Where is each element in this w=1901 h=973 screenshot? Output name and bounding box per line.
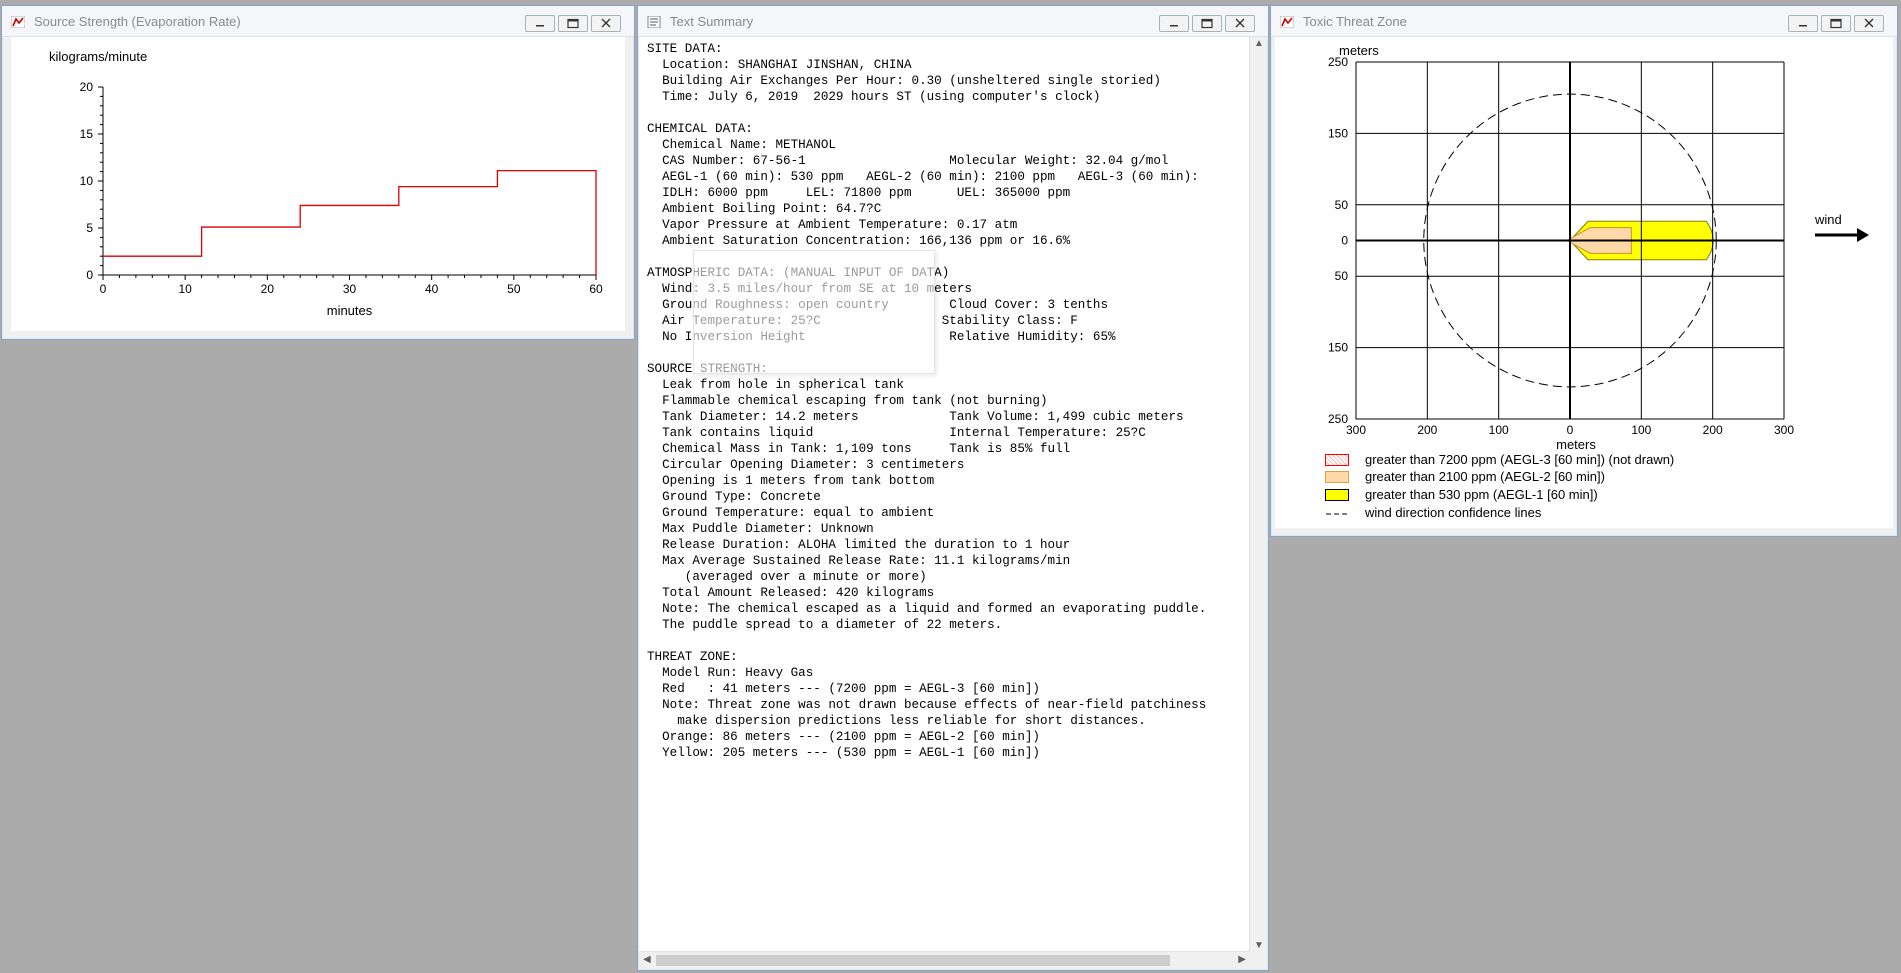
y-tick-label: 250 — [1328, 412, 1348, 426]
x-tick-label: 100 — [1489, 423, 1509, 437]
close-icon — [601, 18, 611, 28]
y-tick-label: 15 — [80, 127, 94, 141]
x-tick-label: 200 — [1703, 423, 1723, 437]
x-tick-label: 40 — [425, 282, 439, 296]
x-tick-label: 60 — [589, 282, 603, 296]
x-tick-label: 100 — [1631, 423, 1651, 437]
legend-swatch-red — [1325, 454, 1349, 466]
x-tick-label: 30 — [343, 282, 357, 296]
summary-text-panel[interactable]: SITE DATA: Location: SHANGHAI JINSHAN, C… — [639, 37, 1250, 952]
toxic-threat-zone-window[interactable]: Toxic Threat Zone meters 300 200 100 0 100 200… — [1270, 5, 1898, 537]
y-tick-label: 0 — [1341, 234, 1348, 248]
wind-arrow-icon — [1857, 228, 1869, 242]
text-summary-area: SITE DATA: Location: SHANGHAI JINSHAN, C… — [639, 37, 1267, 969]
window-title: Toxic Threat Zone — [1303, 14, 1407, 29]
legend-swatch-orange — [1325, 471, 1349, 483]
restore-icon — [1830, 18, 1842, 29]
legend-label: greater than 2100 ppm (AEGL-2 [60 min]) — [1365, 469, 1605, 484]
x-tick-label: 200 — [1417, 423, 1437, 437]
x-tick-label: 300 — [1346, 423, 1366, 437]
maximize-button[interactable] — [1821, 15, 1851, 32]
y-tick-label: 20 — [80, 80, 94, 94]
summary-text: SITE DATA: Location: SHANGHAI JINSHAN, C… — [647, 42, 1207, 760]
evaporation-rate-line — [103, 170, 597, 275]
source-strength-window[interactable]: Source Strength (Evaporation Rate) kilog… — [1, 5, 635, 340]
horizontal-scroll-thumb[interactable] — [656, 955, 1170, 966]
x-axis-label: minutes — [327, 303, 373, 318]
window-title: Text Summary — [670, 14, 754, 29]
legend-label: greater than 530 ppm (AEGL-1 [60 min]) — [1365, 487, 1598, 502]
scroll-right-icon[interactable]: ▶ — [1238, 954, 1246, 965]
y-tick-label: 150 — [1328, 341, 1348, 355]
x-tick-label: 0 — [100, 282, 107, 296]
x-tick-label: 0 — [1567, 423, 1574, 437]
scroll-left-icon[interactable]: ◀ — [643, 954, 651, 965]
y-tick-label: 0 — [86, 268, 93, 282]
source-chart-area: kilograms/minute 0 5 10 15 20 0 10 20 30 40 50 60 min… — [11, 37, 625, 331]
restore-icon — [567, 18, 579, 29]
restore-icon — [1201, 18, 1213, 29]
y-tick-label: 50 — [1335, 198, 1349, 212]
x-tick-label: 300 — [1774, 423, 1794, 437]
close-button[interactable] — [1854, 15, 1884, 32]
minimize-button[interactable] — [525, 15, 555, 32]
y-tick-label: 150 — [1328, 126, 1348, 140]
title-bar[interactable]: Toxic Threat Zone — [1271, 6, 1897, 37]
minimize-icon — [536, 25, 544, 27]
source-strength-chart: kilograms/minute 0 5 10 15 20 0 10 20 30 40 50 60 min… — [49, 49, 603, 318]
document-icon — [647, 16, 661, 28]
close-icon — [1235, 18, 1245, 28]
y-tick-label: 50 — [1335, 269, 1349, 283]
legend-swatch-dashed — [1326, 513, 1348, 515]
wind-label: wind — [1814, 212, 1842, 227]
minimize-icon — [1799, 25, 1807, 27]
text-summary-window[interactable]: Text Summary SITE DATA: Location: SHANGH… — [637, 5, 1269, 971]
horizontal-scrollbar[interactable]: ◀ ▶ — [639, 951, 1250, 969]
size-grip[interactable] — [1250, 952, 1267, 969]
minimize-button[interactable] — [1788, 15, 1818, 32]
x-axis-label: meters — [1556, 437, 1596, 452]
x-tick-label: 50 — [507, 282, 521, 296]
y-tick-label: 5 — [86, 221, 93, 235]
tooltip-overlay — [693, 250, 935, 374]
x-tick-label: 10 — [178, 282, 192, 296]
y-axis-label: kilograms/minute — [49, 49, 147, 64]
y-tick-label: 10 — [80, 174, 94, 188]
minimize-icon — [1170, 25, 1178, 27]
window-title: Source Strength (Evaporation Rate) — [34, 14, 241, 29]
aloha-app-icon — [1280, 16, 1294, 28]
threat-zone-area: meters 300 200 100 0 100 200 300 250 150 50 0 50 150 2… — [1275, 37, 1893, 528]
scroll-down-icon[interactable]: ▼ — [1254, 940, 1264, 951]
x-tick-label: 20 — [261, 282, 275, 296]
vertical-scrollbar[interactable]: ▲ ▼ — [1249, 37, 1267, 952]
maximize-button[interactable] — [558, 15, 588, 32]
y-tick-label: 250 — [1328, 55, 1348, 69]
legend-label: wind direction confidence lines — [1365, 505, 1542, 520]
legend-label: greater than 7200 ppm (AEGL-3 [60 min]) … — [1365, 452, 1675, 467]
scroll-up-icon[interactable]: ▲ — [1254, 38, 1264, 49]
close-button[interactable] — [1225, 15, 1255, 32]
legend-swatch-yellow — [1325, 489, 1349, 501]
close-button[interactable] — [591, 15, 621, 32]
title-bar[interactable]: Source Strength (Evaporation Rate) — [2, 6, 634, 37]
aloha-app-icon — [11, 16, 25, 28]
close-icon — [1864, 18, 1874, 28]
maximize-button[interactable] — [1192, 15, 1222, 32]
minimize-button[interactable] — [1159, 15, 1189, 32]
title-bar[interactable]: Text Summary — [638, 6, 1268, 37]
threat-zone-map: meters300 200 100 0 100 200 300250150500501502… — [1328, 43, 1869, 452]
